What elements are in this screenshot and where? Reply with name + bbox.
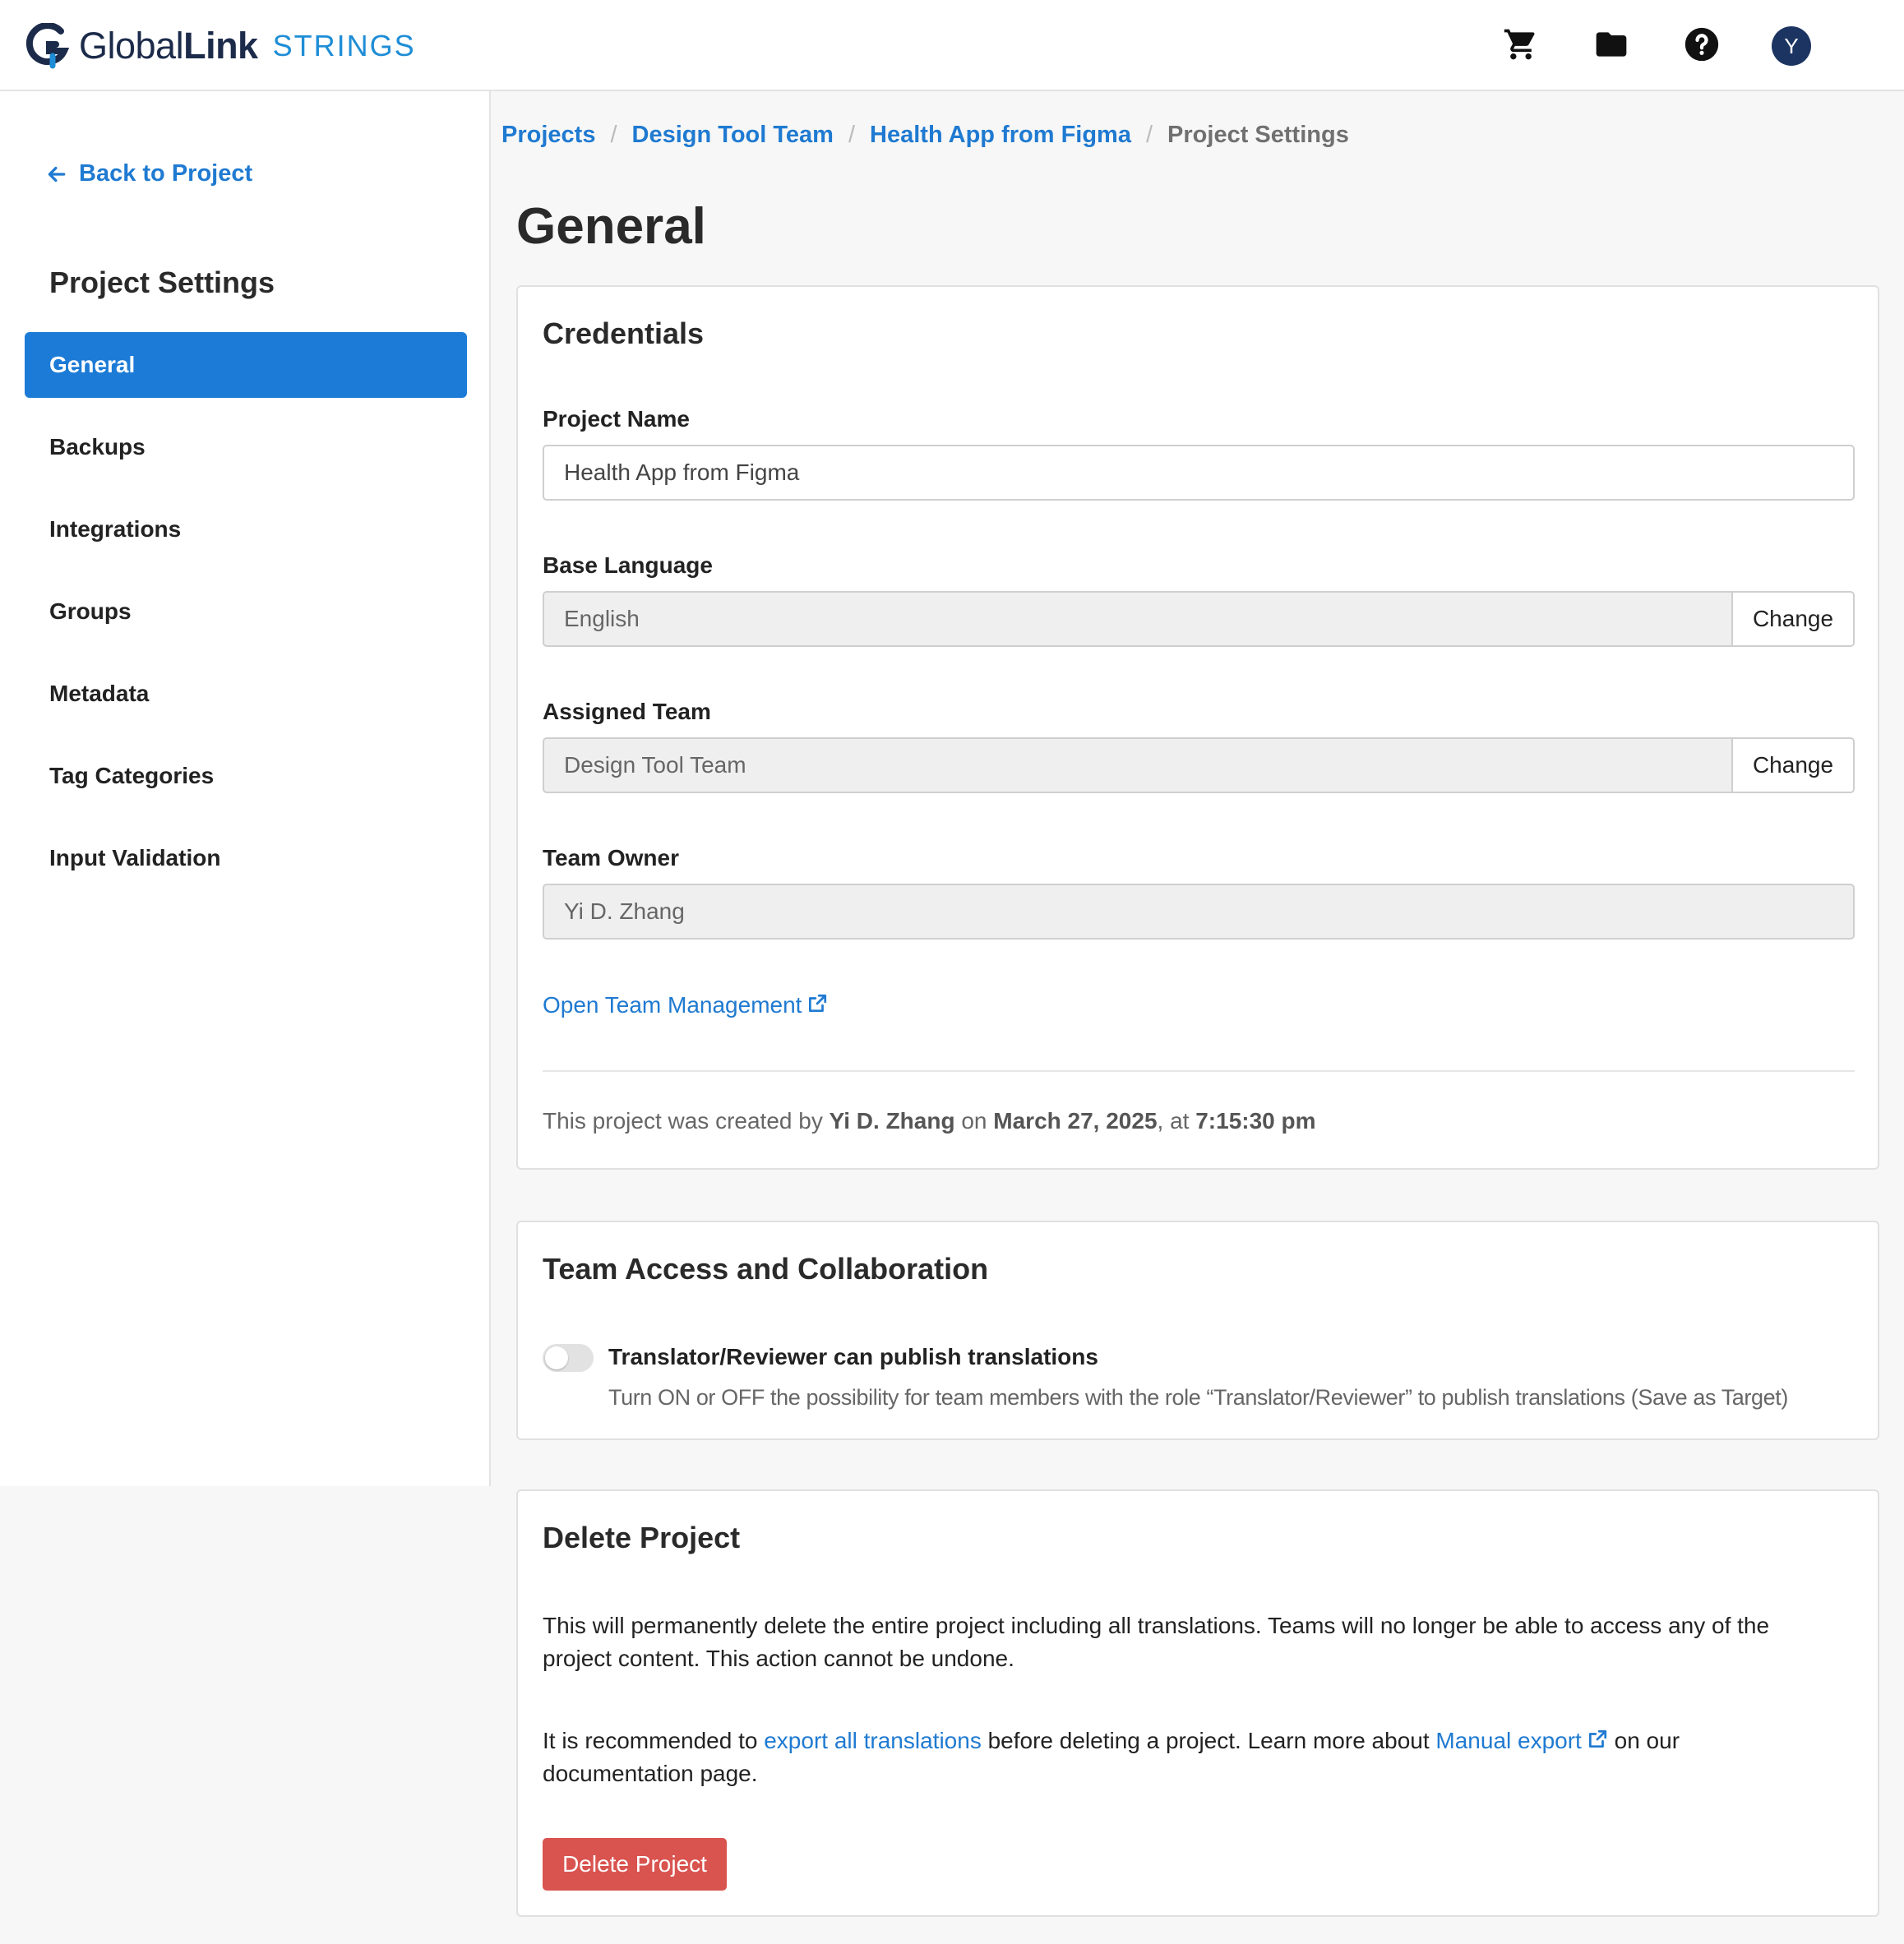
open-team-management-link[interactable]: Open Team Management [543, 992, 828, 1018]
breadcrumb-current: Project Settings [1167, 122, 1349, 148]
change-base-language-button[interactable]: Change [1733, 591, 1855, 647]
delete-project-button[interactable]: Delete Project [543, 1838, 727, 1891]
publish-translations-toggle[interactable] [543, 1344, 594, 1372]
page-title: General [516, 198, 706, 255]
created-date: March 27, 2025 [993, 1108, 1158, 1134]
assigned-team-label: Assigned Team [543, 699, 711, 724]
rec-prefix: It is recommended to [543, 1728, 758, 1753]
sidebar-item-tag-categories[interactable]: Tag Categories [25, 743, 467, 809]
toggle-knob [545, 1346, 568, 1369]
settings-sidebar: Back to Project Project Settings General… [0, 91, 491, 1486]
settings-nav: General Backups Integrations Groups Meta… [25, 332, 467, 907]
brand-name-regular: Global [79, 25, 184, 67]
created-by: Yi D. Zhang [829, 1108, 955, 1134]
folder-icon [1596, 32, 1627, 57]
breadcrumb-separator: / [848, 122, 856, 148]
breadcrumb-separator: / [1145, 122, 1153, 148]
created-time: 7:15:30 pm [1195, 1108, 1316, 1134]
cart-button[interactable] [1500, 23, 1542, 66]
breadcrumb: Projects / Design Tool Team / Health App… [501, 122, 1349, 149]
assigned-team-field: Design Tool Team [543, 737, 1733, 793]
project-name-input[interactable]: Health App from Figma [543, 445, 1855, 501]
base-language-label: Base Language [543, 552, 713, 578]
team-access-title: Team Access and Collaboration [543, 1252, 989, 1286]
help-button[interactable] [1680, 23, 1723, 66]
breadcrumb-separator: / [610, 122, 617, 148]
project-name-label: Project Name [543, 406, 690, 432]
credentials-divider [543, 1070, 1855, 1072]
delete-project-title: Delete Project [543, 1521, 741, 1554]
breadcrumb-projects[interactable]: Projects [501, 122, 595, 149]
breadcrumb-project[interactable]: Health App from Figma [870, 122, 1131, 149]
user-avatar[interactable]: Y [1772, 26, 1811, 66]
projects-folder-button[interactable] [1590, 23, 1633, 66]
team-owner-field: Yi D. Zhang [543, 884, 1855, 940]
rec-middle: before deleting a project. Learn more ab… [987, 1728, 1430, 1753]
top-bar: GlobalLink STRINGS Y [0, 0, 1904, 91]
credentials-card: Credentials Project Name Health App from… [516, 285, 1879, 1170]
base-language-field: English [543, 591, 1733, 647]
back-to-project-link[interactable]: Back to Project [46, 160, 252, 187]
sidebar-item-integrations[interactable]: Integrations [25, 496, 467, 562]
sidebar-item-input-validation[interactable]: Input Validation [25, 825, 467, 891]
export-all-translations-link[interactable]: export all translations [764, 1728, 982, 1753]
sidebar-item-backups[interactable]: Backups [25, 414, 467, 480]
external-link-icon [1588, 1729, 1606, 1748]
publish-translations-label: Translator/Reviewer can publish translat… [608, 1344, 1098, 1369]
sidebar-item-general[interactable]: General [25, 332, 467, 398]
delete-project-card: Delete Project This will permanently del… [516, 1489, 1879, 1917]
external-link-icon [809, 994, 827, 1013]
breadcrumb-team[interactable]: Design Tool Team [632, 122, 834, 149]
publish-translations-description: Turn ON or OFF the possibility for team … [608, 1385, 1788, 1410]
sidebar-item-groups[interactable]: Groups [25, 579, 467, 644]
arrow-left-icon [48, 166, 66, 182]
globallink-logo[interactable]: GlobalLink STRINGS [25, 21, 416, 71]
sidebar-item-metadata[interactable]: Metadata [25, 661, 467, 727]
back-to-project-label: Back to Project [79, 160, 253, 187]
export-recommendation: It is recommended to export all translat… [543, 1725, 1825, 1790]
team-access-card: Team Access and Collaboration Translator… [516, 1221, 1879, 1440]
cart-icon [1504, 29, 1535, 60]
product-name: STRINGS [272, 29, 416, 62]
globallink-g-icon [25, 23, 70, 69]
brand-name: GlobalLink [79, 25, 258, 67]
brand-name-bold: Link [183, 25, 258, 67]
sidebar-title: Project Settings [49, 266, 275, 299]
created-info: This project was created by Yi D. Zhang … [543, 1108, 1316, 1134]
open-team-management-label: Open Team Management [543, 992, 802, 1018]
help-icon [1684, 27, 1719, 62]
created-at-word: , at [1157, 1108, 1190, 1134]
team-owner-label: Team Owner [543, 845, 679, 870]
created-prefix: This project was created by [543, 1108, 823, 1134]
base-language-group: English Change [543, 591, 1855, 647]
assigned-team-group: Design Tool Team Change [543, 737, 1855, 793]
delete-warning-text: This will permanently delete the entire … [543, 1613, 1770, 1671]
change-assigned-team-button[interactable]: Change [1733, 737, 1855, 793]
manual-export-label: Manual export [1435, 1728, 1582, 1753]
created-on-word: on [961, 1108, 987, 1134]
manual-export-link[interactable]: Manual export [1435, 1728, 1607, 1753]
credentials-title: Credentials [543, 316, 705, 350]
